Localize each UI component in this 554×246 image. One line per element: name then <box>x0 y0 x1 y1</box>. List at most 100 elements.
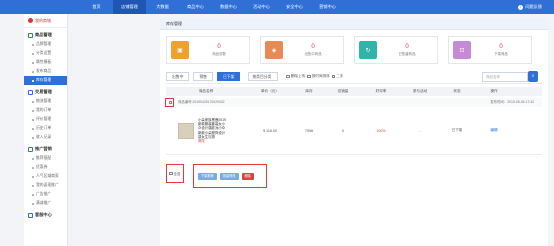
edit-name-link[interactable]: 修改 <box>198 139 228 143</box>
product-id: 商品编号:20190425170025332 <box>178 100 225 104</box>
sidebar-item-income[interactable]: 收入记录 <box>24 133 67 142</box>
nav-security[interactable]: 安全中心 <box>278 0 311 14</box>
nav-data[interactable]: 数据中心 <box>212 0 245 14</box>
col-op: 操作 <box>490 89 498 93</box>
stat-card[interactable]: ⊡ 0 下架商品 <box>448 36 532 64</box>
col-activity: 参与活动 <box>412 89 428 93</box>
sidebar-group-service[interactable]: 客服中心 <box>24 210 67 220</box>
nav-marketing[interactable]: 营销中心 <box>311 0 344 14</box>
bag-icon: ▣ <box>171 41 189 59</box>
col-stock: 库存 <box>305 89 313 93</box>
nav-shop[interactable]: 店铺管理 <box>113 0 146 14</box>
checkbox[interactable] <box>286 74 290 79</box>
sidebar-item-stock[interactable]: 库存管理 <box>24 76 67 85</box>
shop-icon <box>28 18 33 23</box>
col-rate: 好评率 <box>375 89 387 93</box>
filter-check-upload[interactable]: 删除上传 <box>286 74 305 79</box>
sidebar-group-trade[interactable]: 交易管理 <box>24 87 67 97</box>
stat-value: 0 <box>311 44 315 50</box>
sidebar-item-logistics[interactable]: 物流管理 <box>24 97 67 106</box>
filter-check-time[interactable]: 按时间排序 <box>307 74 330 79</box>
col-status: 状态 <box>453 89 461 93</box>
sidebar-item-category[interactable]: 分类设置 <box>24 49 67 58</box>
sidebar-item-orders[interactable]: 我的订单 <box>24 106 67 115</box>
sidebar-item-publish[interactable]: 发布商品 <box>24 67 67 76</box>
filter-bar: 出售中 预售 已下架 按类目分类 删除上传 按时间排序 二手 商品名称 ⌕ <box>166 70 542 84</box>
product-rate: 100% <box>376 128 386 133</box>
page-title: 库存管理 <box>160 18 548 30</box>
info-icon: i <box>518 4 524 10</box>
tab-off-shelf[interactable]: 已下架 <box>216 72 241 81</box>
sidebar-item-popular[interactable]: 人气区域商家 <box>24 172 67 181</box>
stat-value: 0 <box>499 44 503 50</box>
product-name[interactable]: 小朵家族黑鹿2019新款服装套装女小众设计感欧洲小众新款小朵服饰设计感女生礼物 <box>198 118 226 139</box>
sidebar-group-goods[interactable]: 商品管理 <box>24 30 67 40</box>
refresh-icon: ↻ <box>359 41 377 59</box>
sidebar-panel: 我的商城 商品管理 品牌管理 分类设置 属性模板 发布商品 库存管理 交易管理 … <box>24 14 68 246</box>
tab-presale[interactable]: 预售 <box>193 72 213 81</box>
nav-home[interactable]: 首页 <box>80 0 113 14</box>
feedback-link[interactable]: i 问题反馈 <box>518 0 542 14</box>
product-sales: 0 <box>342 128 344 133</box>
stat-value: 0 <box>405 44 409 50</box>
sidebar-item-ads[interactable]: 广告推广 <box>24 190 67 199</box>
goods-icon <box>28 32 33 38</box>
sidebar-group-promo[interactable]: 推广营销 <box>24 144 67 154</box>
main-panel: 库存管理 ▣ 0 商品总数 ◈ 0 出售中商品 ↻ 0 已售罄商品 ⊡ 0 下架商品 出… <box>160 18 548 246</box>
tag-icon: ◈ <box>265 41 283 59</box>
batch-edit-button[interactable]: 批量修改 <box>219 172 239 180</box>
cart-icon: ⊡ <box>453 41 471 59</box>
bulk-buttons-box: 下架推荐 批量修改 删除 <box>193 164 267 188</box>
nav-goods[interactable]: 商品中心 <box>179 0 212 14</box>
edit-button[interactable]: 编辑 <box>474 107 514 154</box>
sidebar-item-history[interactable]: 历史订单 <box>24 124 67 133</box>
product-activity: - <box>419 128 421 133</box>
product-stock: 7998 <box>305 128 313 133</box>
sidebar-item-brand[interactable]: 品牌管理 <box>24 40 67 49</box>
stat-label: 商品总数 <box>212 52 226 56</box>
sidebar-item-coupon[interactable]: 优惠券 <box>24 163 67 172</box>
product-status: 已下架 <box>451 128 463 132</box>
publish-time: 发布时间：2019-05-06 17:32 <box>490 100 534 104</box>
tab-on-sale[interactable]: 出售中 <box>166 72 190 81</box>
product-price: ¥ 118.00 <box>263 128 277 133</box>
stat-card[interactable]: ◈ 0 出售中商品 <box>260 36 344 64</box>
main-nav: 首页 店铺管理 大数据 商品中心 数据中心 活动中心 安全中心 营销中心 <box>80 0 344 14</box>
sidebar-item-bundle[interactable]: 推荐搭配 <box>24 154 67 163</box>
product-thumbnail[interactable] <box>178 122 194 139</box>
delete-button[interactable]: 删除 <box>241 172 254 180</box>
stat-value: 0 <box>217 44 221 50</box>
stat-card[interactable]: ▣ 0 商品总数 <box>166 36 250 64</box>
sidebar-item-reviews[interactable]: 评价管理 <box>24 115 67 124</box>
stat-label: 出售中商品 <box>304 52 322 56</box>
stat-label: 已售罄商品 <box>398 52 416 56</box>
nav-bigdata[interactable]: 大数据 <box>146 0 179 14</box>
sidebar-item-attr[interactable]: 属性模板 <box>24 58 67 67</box>
table-row-header: 商品编号:20190425170025332 发布时间：2019-05-06 1… <box>165 98 542 107</box>
sidebar-title[interactable]: 我的商城 <box>24 14 67 28</box>
nav-activity[interactable]: 活动中心 <box>245 0 278 14</box>
promo-icon <box>28 146 33 152</box>
service-icon <box>28 212 33 218</box>
search-input[interactable]: 商品名称 <box>482 72 528 82</box>
sidebar: 我的商城 商品管理 品牌管理 分类设置 属性模板 发布商品 库存管理 交易管理 … <box>0 14 152 246</box>
col-price: 单价（元） <box>261 89 279 93</box>
select-all-checkbox[interactable] <box>169 171 173 176</box>
recommend-button[interactable]: 下架推荐 <box>198 172 217 180</box>
table-row: 小朵家族黑鹿2019新款服装套装女小众设计感欧洲小众新款小朵服饰设计感女生礼物 … <box>166 107 542 155</box>
filter-check-used[interactable]: 二手 <box>331 74 343 79</box>
checkbox[interactable] <box>331 74 336 79</box>
checkbox[interactable] <box>307 74 311 79</box>
sidebar-item-cashback[interactable]: 我的返现推广 <box>24 181 67 190</box>
stat-label: 下架商品 <box>494 52 508 56</box>
trade-icon <box>28 89 33 95</box>
category-select[interactable]: 按类目分类 <box>248 72 279 81</box>
table-header: 商品名称 单价（元） 库存 总销量 好评率 参与活动 状态 操作 <box>166 87 542 96</box>
sidebar-item-discount[interactable]: 满减推广 <box>24 199 67 208</box>
feedback-label: 问题反馈 <box>525 4 542 9</box>
highlight-box <box>165 98 174 107</box>
stats-row: ▣ 0 商品总数 ◈ 0 出售中商品 ↻ 0 已售罄商品 ⊡ 0 下架商品 <box>160 30 548 70</box>
stat-card[interactable]: ↻ 0 已售罄商品 <box>354 36 438 64</box>
search-icon[interactable]: ⌕ <box>528 71 538 82</box>
col-name: 商品名称 <box>198 89 214 93</box>
